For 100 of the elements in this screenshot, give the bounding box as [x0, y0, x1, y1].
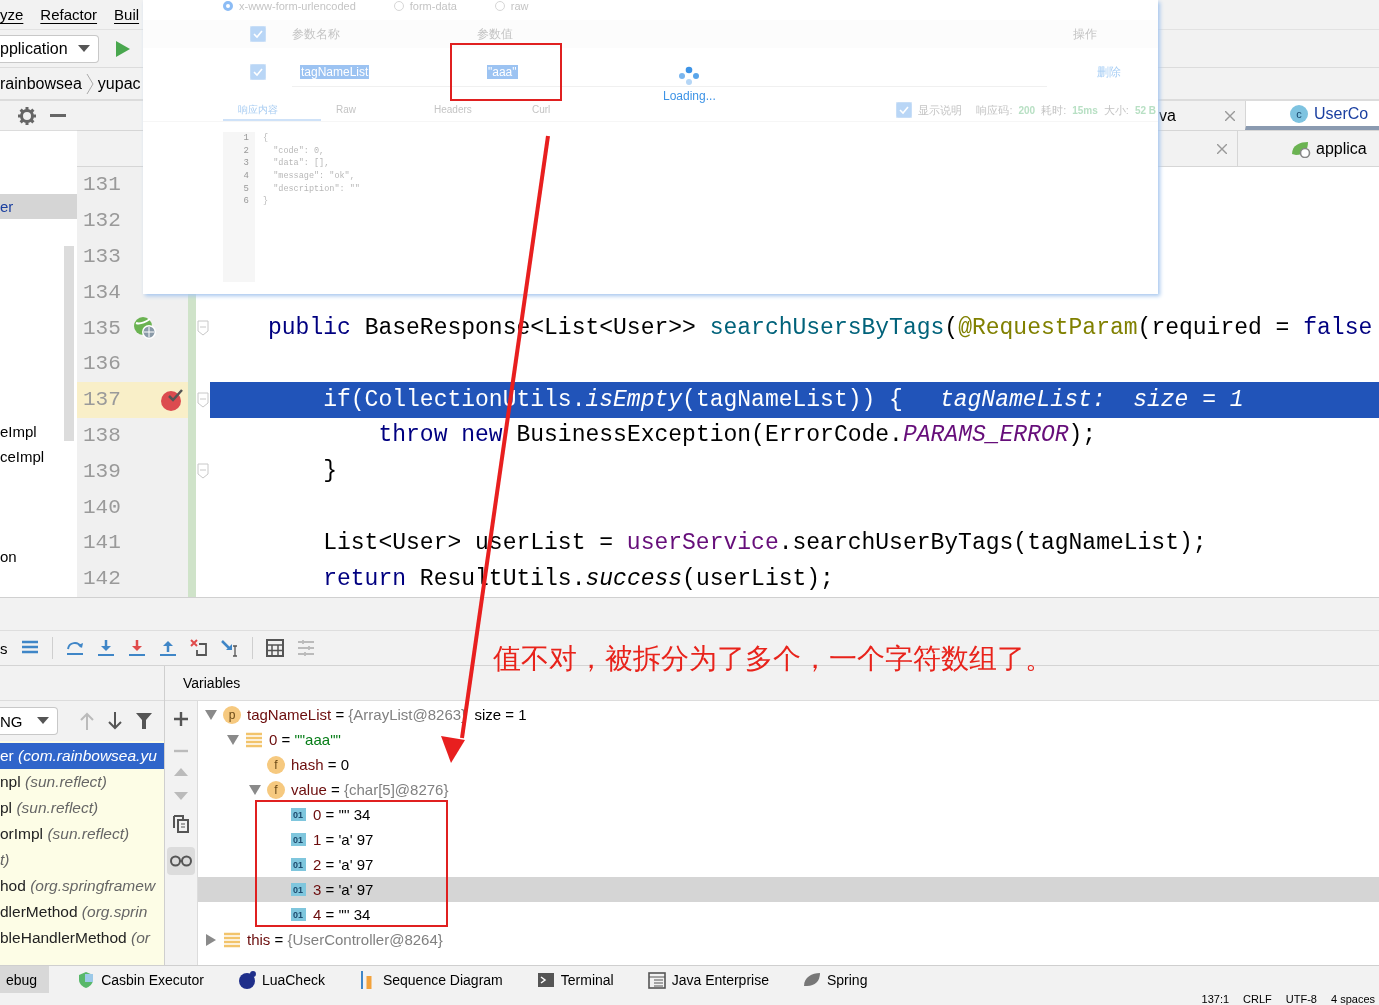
parameter-icon: p: [223, 705, 241, 724]
code-line: "message": "ok",: [272, 170, 356, 183]
menu-item[interactable]: Buil: [114, 6, 140, 23]
breadcrumb-item[interactable]: rainbowsea: [0, 74, 82, 93]
variable-row[interactable]: p tagNameList = {ArrayList@8263} size = 1: [198, 702, 1379, 727]
line-number: 136: [82, 352, 122, 376]
editor-tab[interactable]: c UserCo: [1245, 101, 1379, 130]
step-out-icon[interactable]: [158, 639, 177, 657]
stack-frame[interactable]: hod (org.springframew: [0, 873, 164, 899]
variable-text: 0 = ""aaa"": [269, 731, 341, 748]
close-icon[interactable]: [1225, 110, 1235, 121]
tool-window-tab[interactable]: Spring: [796, 966, 874, 993]
checkbox[interactable]: [250, 26, 266, 42]
caret-icon: [37, 717, 49, 725]
thread-dropdown[interactable]: NG: [0, 707, 58, 735]
copy-icon[interactable]: [173, 815, 189, 833]
glasses-button[interactable]: [167, 847, 195, 875]
expand-triangle-icon[interactable]: [205, 708, 217, 721]
variable-row[interactable]: 01 3 = 'a' 97: [198, 877, 1379, 902]
variable-row[interactable]: 01 1 = 'a' 97: [198, 827, 1379, 852]
breakpoint-icon[interactable]: [160, 387, 184, 412]
minimize-icon[interactable]: [50, 113, 66, 118]
glasses-icon: [170, 855, 192, 867]
editor-tab[interactable]: applica: [1237, 131, 1379, 166]
tool-window-tab[interactable]: ebug: [0, 966, 50, 993]
line-number: 137: [82, 388, 122, 412]
code-line: throw new BusinessException(ErrorCode.PARAMS_ERROR);: [377, 422, 1097, 449]
variable-row[interactable]: f value = {char[5]@8276}: [198, 777, 1379, 802]
project-tree-item[interactable]: eImpl: [0, 419, 77, 444]
menu-item[interactable]: Refactor: [40, 6, 98, 23]
drop-frame-icon[interactable]: [189, 639, 208, 657]
panel-title: Variables: [183, 675, 241, 691]
add-icon[interactable]: [173, 711, 189, 727]
menu-item[interactable]: yze: [0, 6, 24, 23]
close-icon[interactable]: [1217, 143, 1227, 154]
breadcrumb-item[interactable]: yupac: [97, 74, 141, 93]
radio-icon[interactable]: [223, 1, 233, 11]
step-over-icon[interactable]: [65, 639, 84, 657]
line-number: 134: [82, 280, 122, 304]
force-step-into-icon[interactable]: [127, 639, 146, 657]
variable-text: 3 = 'a' 97: [313, 881, 374, 898]
project-tree-item[interactable]: ceImpl: [0, 444, 77, 469]
settings-icon[interactable]: [18, 106, 36, 125]
status-item[interactable]: CRLF: [1243, 993, 1272, 1005]
tool-window-tab[interactable]: Casbin Executor: [71, 966, 210, 993]
variable-row[interactable]: f hash = 0: [198, 752, 1379, 777]
inline-debug-value: tagNameList: size = 1: [939, 386, 1244, 413]
array-element-icon: 01: [290, 858, 306, 871]
variable-text: 0 = '"' 34: [313, 806, 371, 823]
caret-icon: [77, 44, 90, 53]
step-into-icon[interactable]: [96, 639, 115, 657]
arrow-down-icon[interactable]: [108, 712, 122, 730]
line-number: 131: [82, 173, 122, 197]
project-tree-item[interactable]: er: [0, 194, 77, 219]
run-icon[interactable]: [115, 40, 130, 57]
stack-frame[interactable]: er (com.rainbowsea.yu: [0, 743, 164, 769]
run-to-cursor-icon[interactable]: [220, 639, 239, 657]
status-item[interactable]: 137:1: [1201, 993, 1230, 1005]
code-line: }: [322, 458, 337, 485]
expand-triangle-icon[interactable]: [227, 733, 239, 746]
spinner-icon: [677, 66, 702, 86]
tool-window-tab[interactable]: Java Enterprise: [641, 966, 775, 993]
code-line: "data": [],: [272, 157, 331, 171]
stack-frame[interactable]: bleHandlerMethod (or: [0, 925, 164, 951]
calculator-icon[interactable]: [265, 639, 284, 657]
line-number: 139: [82, 459, 122, 483]
checkbox[interactable]: [250, 64, 266, 80]
variable-text: this = {UserController@8264}: [247, 931, 443, 948]
stack-frame[interactable]: pl (sun.reflect): [0, 795, 164, 821]
text-selection: "aaa": [487, 64, 518, 79]
variable-row[interactable]: 01 0 = '"' 34: [198, 802, 1379, 827]
status-item[interactable]: UTF-8: [1285, 993, 1317, 1005]
variable-row[interactable]: this = {UserController@8264}: [198, 927, 1379, 952]
stat-value: 200: [1018, 104, 1036, 116]
stack-frame[interactable]: dlerMethod (org.sprin: [0, 899, 164, 925]
filter-icon[interactable]: [136, 712, 152, 730]
expand-triangle-icon[interactable]: [249, 783, 261, 796]
line-number: 138: [82, 423, 122, 447]
stack-frame[interactable]: npl (sun.reflect): [0, 769, 164, 795]
status-item[interactable]: 4 spaces: [1330, 993, 1375, 1005]
scrollbar[interactable]: [64, 246, 74, 441]
tool-window-tab[interactable]: Sequence Diagram: [352, 966, 509, 993]
stack-frame[interactable]: orImpl (sun.reflect): [0, 821, 164, 847]
variable-row[interactable]: 01 2 = 'a' 97: [198, 852, 1379, 877]
tool-window-tab[interactable]: Terminal: [530, 966, 620, 993]
tool-window-tab[interactable]: LuaCheck: [231, 966, 331, 993]
array-element-icon: 01: [290, 808, 306, 821]
variable-text: 2 = 'a' 97: [313, 856, 374, 873]
project-tree-item[interactable]: on: [0, 544, 77, 569]
globe-leaf-icon[interactable]: [133, 316, 157, 341]
variable-row[interactable]: 0 = ""aaa"": [198, 727, 1379, 752]
variable-row[interactable]: 01 4 = '"' 34: [198, 902, 1379, 927]
field-icon: f: [267, 780, 285, 799]
array-element-icon: 01: [290, 883, 306, 896]
line-number: 3: [242, 157, 249, 171]
checkbox[interactable]: [896, 102, 913, 118]
expand-triangle-icon[interactable]: [205, 933, 217, 946]
run-config-dropdown[interactable]: pplication: [0, 34, 99, 63]
stack-frame[interactable]: t): [0, 847, 164, 873]
variable-text: tagNameList = {ArrayList@8263} size = 1: [247, 706, 527, 723]
